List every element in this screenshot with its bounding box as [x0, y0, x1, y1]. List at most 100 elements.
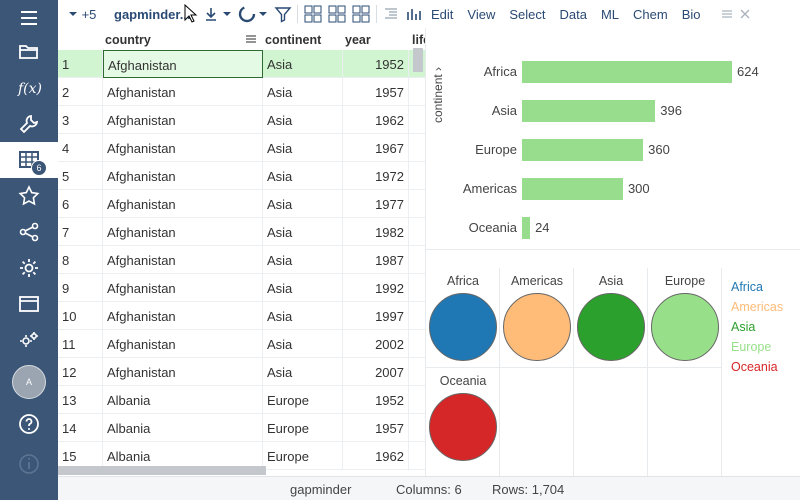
column-header-life[interactable]: life	[410, 28, 425, 50]
cell-continent[interactable]: Asia	[263, 190, 343, 218]
row-number[interactable]: 9	[58, 274, 103, 302]
refresh-icon[interactable]	[236, 0, 258, 28]
trellis-cell[interactable]	[500, 368, 574, 476]
menu-select[interactable]: Select	[502, 7, 552, 22]
cell-year[interactable]: 1967	[343, 134, 409, 162]
cell-country[interactable]: Afghanistan	[103, 162, 263, 190]
cell-year[interactable]: 2002	[343, 330, 409, 358]
trellis-cell[interactable]: Asia	[574, 268, 648, 368]
horizontal-scrollbar[interactable]	[58, 466, 266, 475]
bar[interactable]	[522, 178, 623, 200]
pie-slice[interactable]	[429, 293, 497, 361]
row-number[interactable]: 3	[58, 106, 103, 134]
cell-country[interactable]: Afghanistan	[103, 330, 263, 358]
row-number[interactable]: 14	[58, 414, 103, 442]
row-number[interactable]: 7	[58, 218, 103, 246]
pie-slice[interactable]	[429, 393, 497, 461]
cell-continent[interactable]: Asia	[263, 358, 343, 386]
status-table-name[interactable]: gapminder	[290, 482, 351, 497]
table-selector[interactable]: gapminder...	[106, 0, 191, 28]
open-folder-icon[interactable]	[0, 34, 58, 70]
menu-ml[interactable]: ML	[594, 7, 626, 22]
table-row[interactable]: 3 Afghanistan Asia 1962	[58, 106, 425, 134]
table-row[interactable]: 2 Afghanistan Asia 1957	[58, 78, 425, 106]
cell-year[interactable]: 2007	[343, 358, 409, 386]
trellis-cell[interactable]: Oceania	[426, 368, 500, 476]
cell-year[interactable]: 1982	[343, 218, 409, 246]
trellis-cell[interactable]: Europe	[648, 268, 722, 368]
cell-continent[interactable]: Europe	[263, 386, 343, 414]
cell-continent[interactable]: Europe	[263, 442, 343, 470]
hamburger-menu-icon[interactable]	[0, 0, 58, 36]
browser-window-icon[interactable]	[0, 286, 58, 322]
cell-year[interactable]: 1957	[343, 78, 409, 106]
cell-year[interactable]: 1992	[343, 274, 409, 302]
row-number[interactable]: 1	[58, 50, 103, 78]
multi-gear-icon[interactable]	[0, 322, 58, 358]
cell-continent[interactable]: Asia	[263, 134, 343, 162]
cell-continent[interactable]: Asia	[263, 330, 343, 358]
functions-icon[interactable]: f(x)	[0, 70, 58, 106]
star-icon[interactable]	[0, 178, 58, 214]
trellis-cell[interactable]: Americas	[500, 268, 574, 368]
column-stats-icon[interactable]	[402, 0, 424, 28]
legend-item[interactable]: Oceania	[731, 360, 778, 374]
settings-gear-icon[interactable]	[0, 250, 58, 286]
cell-year[interactable]: 1952	[343, 50, 409, 78]
pie-slice[interactable]	[651, 293, 719, 361]
cell-continent[interactable]: Asia	[263, 50, 343, 78]
menu-data[interactable]: Data	[553, 7, 594, 22]
align-list-icon[interactable]	[380, 0, 402, 28]
table-row[interactable]: 12 Afghanistan Asia 2007	[58, 358, 425, 386]
cell-continent[interactable]: Asia	[263, 246, 343, 274]
cell-continent[interactable]: Europe	[263, 414, 343, 442]
row-number[interactable]: 13	[58, 386, 103, 414]
column-header-country[interactable]: country	[103, 28, 261, 50]
more-views-dropdown[interactable]: +5	[58, 0, 106, 28]
menu-bio[interactable]: Bio	[675, 7, 708, 22]
menu-edit[interactable]: Edit	[424, 7, 460, 22]
wrench-icon[interactable]	[0, 106, 58, 142]
legend-item[interactable]: Africa	[731, 280, 763, 294]
menu-chem[interactable]: Chem	[626, 7, 675, 22]
row-number[interactable]: 4	[58, 134, 103, 162]
pie-slice[interactable]	[577, 293, 645, 361]
cell-country[interactable]: Afghanistan	[103, 274, 263, 302]
cell-continent[interactable]: Asia	[263, 106, 343, 134]
bar-chart[interactable]: continent › Africa 624 Asia 396 Europe 360 Ame…	[425, 28, 800, 250]
cell-country[interactable]: Afghanistan	[103, 106, 263, 134]
share-icon[interactable]	[0, 214, 58, 250]
tiles-icon[interactable]	[349, 0, 373, 28]
cell-country[interactable]: Afghanistan	[103, 218, 263, 246]
trellis-pie-chart[interactable]: Africa Americas Asia Europe Oceania Africa Am…	[425, 250, 800, 476]
table-row[interactable]: 10 Afghanistan Asia 1997	[58, 302, 425, 330]
cell-country[interactable]: Afghanistan	[103, 246, 263, 274]
row-number[interactable]: 12	[58, 358, 103, 386]
cell-country[interactable]: Afghanistan	[103, 134, 263, 162]
table-row[interactable]: 5 Afghanistan Asia 1972	[58, 162, 425, 190]
cell-country[interactable]: Albania	[103, 414, 263, 442]
row-number[interactable]: 5	[58, 162, 103, 190]
cell-year[interactable]: 1962	[343, 442, 409, 470]
cell-year[interactable]: 1987	[343, 246, 409, 274]
table-row[interactable]: 7 Afghanistan Asia 1982	[58, 218, 425, 246]
cell-continent[interactable]: Asia	[263, 302, 343, 330]
row-number[interactable]: 10	[58, 302, 103, 330]
cell-country[interactable]: Afghanistan	[103, 358, 263, 386]
filter-icon[interactable]	[272, 0, 294, 28]
refresh-caret-icon[interactable]	[258, 0, 272, 28]
cell-country[interactable]: Albania	[103, 386, 263, 414]
row-number[interactable]: 11	[58, 330, 103, 358]
user-avatar[interactable]: A	[0, 364, 58, 400]
info-icon[interactable]	[0, 446, 58, 482]
table-row[interactable]: 14 Albania Europe 1957	[58, 414, 425, 442]
cell-year[interactable]: 1962	[343, 106, 409, 134]
cell-year[interactable]: 1977	[343, 190, 409, 218]
download-caret-icon[interactable]	[222, 0, 236, 28]
tables-icon[interactable]: 6	[0, 142, 58, 178]
trellis-cell[interactable]: Africa	[426, 268, 500, 368]
table-row[interactable]: 8 Afghanistan Asia 1987	[58, 246, 425, 274]
table-row[interactable]: 9 Afghanistan Asia 1992	[58, 274, 425, 302]
download-icon[interactable]	[200, 0, 222, 28]
grid-view-icon[interactable]	[301, 0, 325, 28]
